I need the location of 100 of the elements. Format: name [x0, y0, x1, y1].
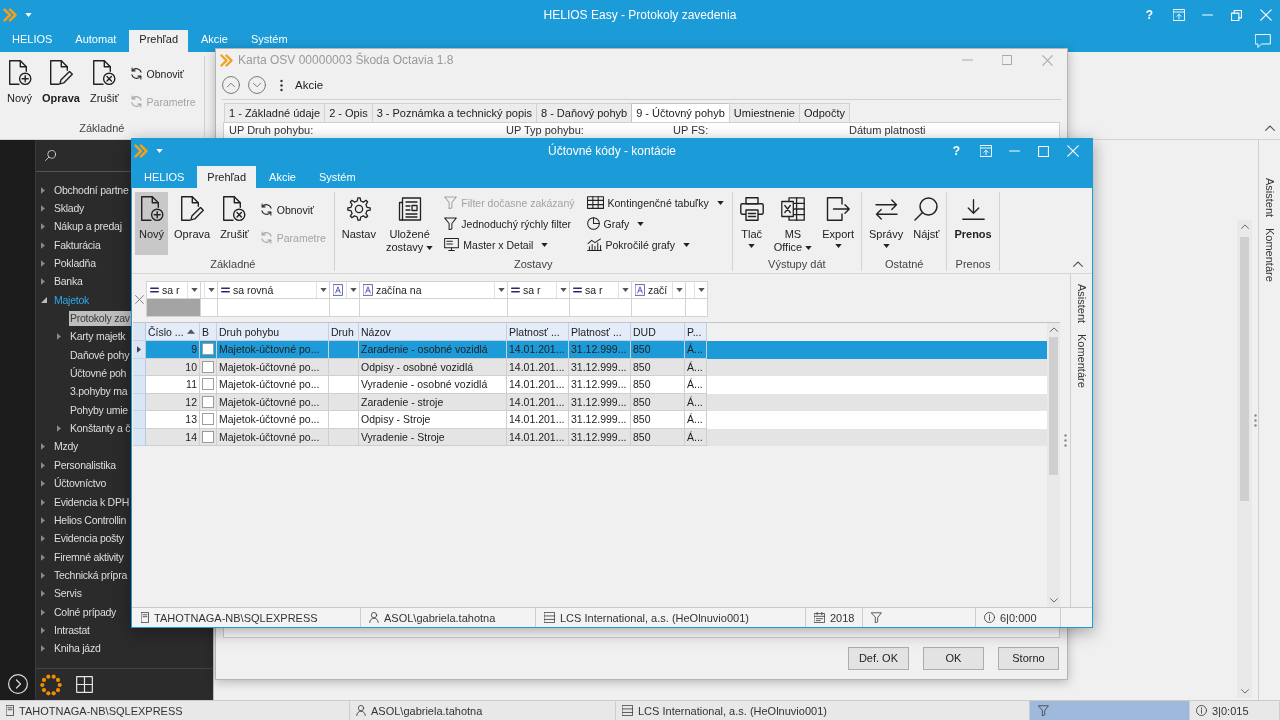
ribbon-button[interactable]: Prenos: [950, 192, 996, 255]
side-tab[interactable]: Asistent: [1074, 284, 1089, 324]
caret-right-icon[interactable]: [41, 608, 45, 616]
ribbon-button[interactable]: Obnoviť: [256, 199, 329, 220]
filter-operator-dropdown[interactable]: začína na: [359, 281, 508, 299]
filter-input[interactable]: [329, 298, 360, 317]
caret-right-icon[interactable]: [41, 278, 45, 286]
tree-item[interactable]: Sklady: [53, 201, 85, 216]
tree-item[interactable]: Servis: [53, 586, 83, 602]
ribbon-button[interactable]: Jednoduchý rýchly filter: [441, 213, 578, 234]
chevron-up-icon[interactable]: [1073, 261, 1083, 267]
ribbon-button[interactable]: Oprava: [170, 192, 215, 255]
table-row[interactable]: 9 Majetok-účtovné po... Zaradenie - osobné vozidlá 14.01.201... 31.12.999... 850 Á...: [133, 341, 1047, 359]
tree-item[interactable]: 3.pohyby ma: [69, 384, 129, 400]
chevron-down-icon[interactable]: [248, 76, 266, 94]
caret-right-icon[interactable]: [41, 443, 45, 451]
ribbon-button[interactable]: Nový: [3, 56, 37, 119]
tree-item[interactable]: Nákup a predaj: [53, 219, 123, 235]
tree-item[interactable]: Banka: [53, 274, 84, 290]
tree-item[interactable]: Intrastat: [53, 622, 91, 638]
dialog-button[interactable]: OK: [923, 647, 984, 670]
dialog-button[interactable]: Storno: [998, 647, 1059, 670]
filter-input[interactable]: [200, 298, 218, 317]
ribbon-button[interactable]: Správy: [865, 192, 908, 255]
tree-item[interactable]: Mzdy: [53, 439, 80, 455]
caret-right-icon[interactable]: [41, 241, 45, 249]
filter-operator-dropdown[interactable]: začí: [631, 281, 686, 299]
tree-item[interactable]: Fakturácia: [53, 237, 102, 253]
form-tab[interactable]: 1 - Základné údaje: [224, 103, 326, 122]
caret-right-icon[interactable]: [41, 571, 45, 579]
column-header[interactable]: Dátum platnosti: [849, 124, 926, 136]
caret-right-icon[interactable]: [41, 205, 45, 212]
tree-item[interactable]: Obchodní partne: [53, 182, 130, 198]
filter-input[interactable]: [359, 298, 508, 317]
form-tab[interactable]: Umiestnenie: [728, 103, 800, 122]
column-header[interactable]: P...: [685, 323, 707, 341]
filter-operator-dropdown[interactable]: sa rovná: [217, 281, 330, 299]
tree-item[interactable]: Personalistika: [53, 457, 117, 473]
chevron-up-icon[interactable]: [222, 76, 240, 94]
ribbon-button[interactable]: Pokročilé grafy: [583, 234, 727, 255]
column-header[interactable]: Platnosť ...: [507, 323, 569, 341]
ribbon-button[interactable]: Nastav: [337, 192, 380, 255]
chevron-up-icon[interactable]: [1265, 125, 1275, 131]
column-header[interactable]: Platnosť ...: [569, 323, 631, 341]
ribbon-button[interactable]: Grafy: [583, 213, 727, 234]
checkbox[interactable]: [202, 360, 214, 373]
caret-right-icon[interactable]: [41, 480, 45, 488]
column-header[interactable]: Číslo ...: [146, 323, 200, 341]
checkbox[interactable]: [202, 413, 214, 426]
ribbon-button[interactable]: Tlač: [735, 192, 768, 255]
tree-item[interactable]: Technická prípra: [53, 567, 129, 583]
table-row[interactable]: 11 Majetok-účtovné po... Vyradenie - osobné vozidlá 14.01.201... 31.12.999... 850 Á...: [133, 376, 1047, 394]
form-tab[interactable]: 8 - Daňový pohyb: [535, 103, 633, 122]
scrollbar[interactable]: [1237, 220, 1252, 698]
chevron-circle-icon[interactable]: [7, 674, 28, 694]
grid-icon[interactable]: [76, 676, 93, 693]
tree-item[interactable]: Evidencia pošty: [53, 531, 125, 547]
caret-right-icon[interactable]: [41, 516, 45, 524]
form-tab[interactable]: 3 - Poznámka a technický popis: [371, 103, 537, 122]
caret-right-icon[interactable]: [41, 260, 45, 268]
filter-input[interactable]: [217, 298, 330, 317]
filter-input[interactable]: [631, 298, 686, 317]
scrollbar-thumb[interactable]: [1240, 237, 1249, 501]
tree-item[interactable]: Konštanty a č: [69, 421, 132, 437]
search-icon[interactable]: [45, 150, 56, 161]
tree-item[interactable]: Kniha jázd: [53, 641, 102, 657]
tree-item[interactable]: Účtovné poh: [69, 366, 128, 382]
caret-icon[interactable]: [156, 149, 163, 153]
ribbon-tab[interactable]: Prehľad: [129, 30, 188, 52]
row-selector[interactable]: [133, 341, 146, 359]
table-row[interactable]: 13 Majetok-účtovné po... Odpisy - Stroje 14.01.201... 31.12.999... 850 Á...: [133, 411, 1047, 429]
chevron-down-icon[interactable]: [1049, 598, 1058, 603]
filter-operator-dropdown[interactable]: [329, 281, 360, 299]
ribbon-tab[interactable]: Prehľad: [197, 166, 257, 188]
checkbox[interactable]: [202, 343, 214, 356]
column-header[interactable]: UP Druh pohybu:: [229, 124, 314, 136]
tree-item[interactable]: Evidencia k DPH: [53, 494, 131, 510]
filter-toggle[interactable]: [1030, 701, 1189, 720]
caret-right-icon[interactable]: [41, 461, 45, 469]
column-header[interactable]: UP Typ pohybu:: [506, 124, 584, 136]
checkbox[interactable]: [202, 395, 214, 408]
ribbon-button[interactable]: Nový: [135, 192, 169, 255]
clear-filter-button[interactable]: [135, 294, 144, 304]
column-header[interactable]: DUD: [631, 323, 685, 341]
side-tab[interactable]: Asistent: [1262, 178, 1277, 218]
tree-item[interactable]: Firemné aktivity: [53, 549, 125, 565]
filter-input[interactable]: [569, 298, 632, 317]
kebab-menu-icon[interactable]: [280, 78, 283, 92]
ribbon-button[interactable]: Kontingenčné tabuľky: [583, 192, 727, 213]
ribbon-button[interactable]: Zrušiť: [216, 192, 253, 255]
comment-icon[interactable]: [1255, 34, 1271, 48]
tree-item[interactable]: Účtovníctvo: [53, 476, 108, 492]
ribbon-button[interactable]: MS Office: [769, 192, 817, 255]
ribbon-button[interactable]: Export: [818, 192, 858, 255]
caret-right-icon[interactable]: [41, 626, 45, 634]
ribbon-button[interactable]: Nájsť: [909, 192, 944, 255]
tree-item[interactable]: Daňové pohy: [69, 347, 131, 363]
tree-item[interactable]: Protokoly zav: [69, 311, 131, 327]
tree-item[interactable]: Karty majetk: [69, 329, 127, 345]
tree-item[interactable]: Pohyby umie: [69, 402, 129, 418]
